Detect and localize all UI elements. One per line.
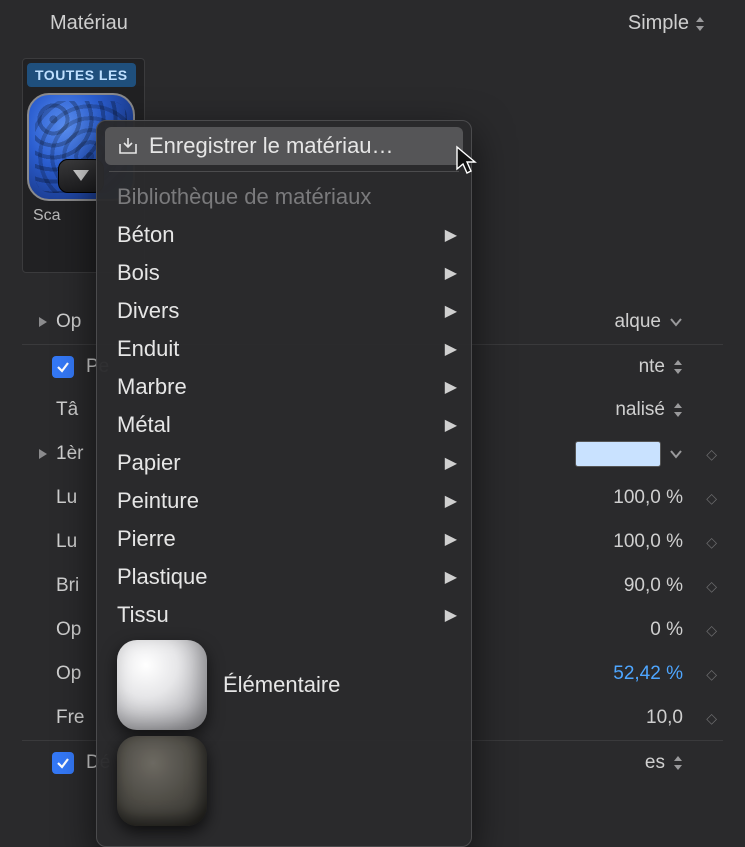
keyframe-diamond-icon[interactable]: ◇ [706, 578, 717, 595]
menu-category-item[interactable]: Tissu ▶ [97, 596, 471, 634]
chevron-down-icon[interactable] [669, 449, 683, 459]
save-icon [117, 135, 139, 157]
submenu-arrow-icon: ▶ [445, 339, 457, 359]
menu-category-label: Plastique [117, 564, 208, 590]
param-value-area: alque [615, 311, 684, 333]
submenu-arrow-icon: ▶ [445, 529, 457, 549]
param-label: Op [56, 311, 96, 333]
menu-category-item[interactable]: Métal ▶ [97, 406, 471, 444]
param-value-area: 52,42 % [613, 663, 683, 685]
param-value[interactable]: 0 % [650, 619, 683, 641]
param-value-area: 90,0 % [624, 575, 683, 597]
mode-selector[interactable]: Simple [628, 12, 705, 35]
submenu-arrow-icon: ▶ [445, 605, 457, 625]
menu-category-item[interactable]: Marbre ▶ [97, 368, 471, 406]
updown-icon[interactable] [673, 360, 683, 374]
keyframe-diamond-icon[interactable]: ◇ [706, 622, 717, 639]
param-label: Lu [56, 531, 96, 553]
param-label: Op [56, 619, 96, 641]
material-context-menu: Enregistrer le matériau… Bibliothèque de… [96, 120, 472, 847]
menu-item-label: Enregistrer le matériau… [149, 133, 394, 159]
section-title: Matériau [50, 12, 128, 35]
param-value-area: nalisé [615, 399, 683, 421]
menu-category-label: Marbre [117, 374, 187, 400]
menu-material-basic[interactable]: Élémentaire [97, 634, 471, 736]
chevron-down-icon[interactable] [669, 317, 683, 327]
param-label: Bri [56, 575, 96, 597]
submenu-arrow-icon: ▶ [445, 567, 457, 587]
param-value-area: 10,0 [646, 707, 683, 729]
submenu-arrow-icon: ▶ [445, 377, 457, 397]
menu-category-item[interactable]: Béton ▶ [97, 216, 471, 254]
checkbox[interactable] [52, 752, 74, 774]
material-preview-icon [117, 640, 207, 730]
param-value-area: nte [639, 356, 683, 378]
menu-category-item[interactable]: Pierre ▶ [97, 520, 471, 558]
menu-category-item[interactable]: Plastique ▶ [97, 558, 471, 596]
menu-category-item[interactable]: Bois ▶ [97, 254, 471, 292]
submenu-arrow-icon: ▶ [445, 453, 457, 473]
submenu-arrow-icon: ▶ [445, 263, 457, 283]
menu-category-label: Métal [117, 412, 171, 438]
submenu-arrow-icon: ▶ [445, 415, 457, 435]
disclosure-triangle-icon [34, 448, 52, 460]
param-value[interactable]: alque [615, 311, 662, 333]
menu-category-label: Enduit [117, 336, 179, 362]
keyframe-diamond-icon[interactable]: ◇ [706, 710, 717, 727]
param-value-area: 0 % [650, 619, 683, 641]
keyframe-diamond-icon[interactable]: ◇ [706, 534, 717, 551]
menu-category-label: Divers [117, 298, 179, 324]
param-value[interactable]: 100,0 % [613, 487, 683, 509]
param-label: Tâ [56, 399, 96, 421]
updown-icon[interactable] [673, 403, 683, 417]
menu-item-save-material[interactable]: Enregistrer le matériau… [105, 127, 463, 165]
menu-material-label: Élémentaire [223, 672, 340, 698]
param-label: Lu [56, 487, 96, 509]
menu-section-library: Bibliothèque de matériaux [97, 178, 471, 216]
param-value-area: 100,0 % [613, 531, 683, 553]
menu-category-label: Béton [117, 222, 175, 248]
param-value[interactable]: 10,0 [646, 707, 683, 729]
menu-category-item[interactable]: Enduit ▶ [97, 330, 471, 368]
filter-tag-all[interactable]: TOUTES LES [27, 63, 136, 87]
disclosure-triangle-icon [34, 316, 52, 328]
menu-category-label: Bois [117, 260, 160, 286]
param-value-area: es [645, 752, 683, 774]
menu-category-label: Pierre [117, 526, 176, 552]
menu-separator [109, 171, 459, 172]
material-preview-icon [117, 736, 207, 826]
menu-category-label: Tissu [117, 602, 169, 628]
menu-category-item[interactable]: Peinture ▶ [97, 482, 471, 520]
param-value-area [575, 441, 683, 467]
submenu-arrow-icon: ▶ [445, 225, 457, 245]
submenu-arrow-icon: ▶ [445, 491, 457, 511]
menu-section-label: Bibliothèque de matériaux [117, 184, 371, 210]
param-label: 1èr [56, 443, 96, 465]
param-value-area: 100,0 % [613, 487, 683, 509]
param-value[interactable]: 100,0 % [613, 531, 683, 553]
param-value[interactable]: 90,0 % [624, 575, 683, 597]
param-value[interactable]: nte [639, 356, 665, 378]
menu-category-item[interactable]: Papier ▶ [97, 444, 471, 482]
menu-category-label: Papier [117, 450, 181, 476]
param-value[interactable]: es [645, 752, 665, 774]
param-label: Fre [56, 707, 96, 729]
menu-category-label: Peinture [117, 488, 199, 514]
updown-icon[interactable] [673, 756, 683, 770]
section-header: Matériau Simple [0, 0, 745, 45]
color-swatch[interactable] [575, 441, 661, 467]
keyframe-diamond-icon[interactable]: ◇ [706, 666, 717, 683]
mode-label: Simple [628, 12, 689, 35]
keyframe-diamond-icon[interactable]: ◇ [706, 490, 717, 507]
param-value[interactable]: 52,42 % [613, 663, 683, 685]
param-value[interactable]: nalisé [615, 399, 665, 421]
updown-icon [695, 17, 705, 31]
checkbox[interactable] [52, 356, 74, 378]
keyframe-diamond-icon[interactable]: ◇ [706, 446, 717, 463]
menu-material-secondary[interactable] [97, 736, 471, 832]
menu-category-item[interactable]: Divers ▶ [97, 292, 471, 330]
param-label: Op [56, 663, 96, 685]
submenu-arrow-icon: ▶ [445, 301, 457, 321]
